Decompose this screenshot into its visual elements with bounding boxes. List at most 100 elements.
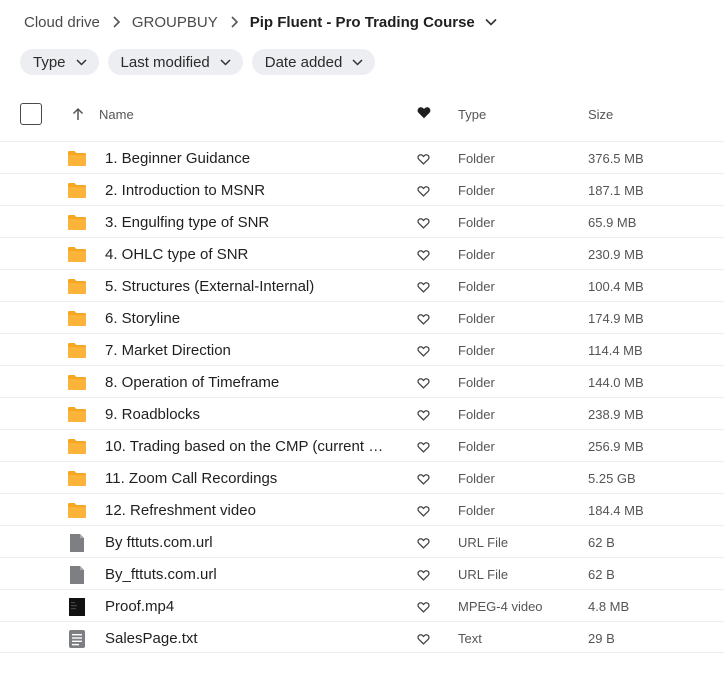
folder-icon xyxy=(67,181,87,199)
table-row[interactable]: By_fttuts.com.url URL File 62 B xyxy=(0,557,724,589)
file-name[interactable]: 12. Refreshment video xyxy=(105,502,256,519)
file-name[interactable]: 11. Zoom Call Recordings xyxy=(105,470,277,487)
filter-bar: Type Last modified Date added xyxy=(20,49,376,75)
folder-icon xyxy=(67,341,87,359)
file-size: 256.9 MB xyxy=(588,439,644,454)
breadcrumb-item-cloud-drive[interactable]: Cloud drive xyxy=(24,14,100,31)
favorite-heart-icon[interactable] xyxy=(417,408,430,426)
file-size: 376.5 MB xyxy=(588,151,644,166)
table-row[interactable]: 11. Zoom Call Recordings Folder 5.25 GB xyxy=(0,461,724,493)
table-row[interactable]: 5. Structures (External-Internal) Folder 1… xyxy=(0,269,724,301)
file-type: MPEG-4 video xyxy=(458,599,543,614)
folder-icon xyxy=(67,437,87,455)
favorite-heart-icon[interactable] xyxy=(417,472,430,490)
file-name[interactable]: 2. Introduction to MSNR xyxy=(105,182,265,199)
table-row[interactable]: 12. Refreshment video Folder 184.4 MB xyxy=(0,493,724,525)
column-header-name[interactable]: Name xyxy=(99,107,134,122)
table-row[interactable]: 2. Introduction to MSNR Folder 187.1 MB xyxy=(0,173,724,205)
file-type: URL File xyxy=(458,535,509,550)
file-size: 62 B xyxy=(588,535,615,550)
select-all-checkbox[interactable] xyxy=(20,103,42,125)
table-row[interactable]: 9. Roadblocks Folder 238.9 MB xyxy=(0,397,724,429)
file-name[interactable]: 7. Market Direction xyxy=(105,342,231,359)
video-file-icon xyxy=(67,597,87,616)
table-row[interactable]: 4. OHLC type of SNR Folder 230.9 MB xyxy=(0,237,724,269)
file-name[interactable]: Proof.mp4 xyxy=(105,598,174,615)
file-name[interactable]: By fttuts.com.url xyxy=(105,534,213,551)
table-header: Name Type Size xyxy=(0,99,724,131)
file-name[interactable]: 5. Structures (External-Internal) xyxy=(105,278,314,295)
heart-filled-icon[interactable] xyxy=(417,106,431,124)
table-row[interactable]: 8. Operation of Timeframe Folder 144.0 MB xyxy=(0,365,724,397)
favorite-heart-icon[interactable] xyxy=(417,216,430,234)
file-name[interactable]: 4. OHLC type of SNR xyxy=(105,246,248,263)
favorite-heart-icon[interactable] xyxy=(417,280,430,298)
folder-icon xyxy=(67,373,87,391)
favorite-heart-icon[interactable] xyxy=(417,248,430,266)
favorite-heart-icon[interactable] xyxy=(417,184,430,202)
favorite-heart-icon[interactable] xyxy=(417,536,430,554)
file-size: 184.4 MB xyxy=(588,503,644,518)
breadcrumb-current-folder[interactable]: Pip Fluent - Pro Trading Course xyxy=(250,14,475,31)
filter-date-added-button[interactable]: Date added xyxy=(251,49,376,75)
filter-label: Last modified xyxy=(120,53,210,71)
favorite-heart-icon[interactable] xyxy=(417,440,430,458)
file-name[interactable]: 8. Operation of Timeframe xyxy=(105,374,279,391)
table-row[interactable]: 1. Beginner Guidance Folder 376.5 MB xyxy=(0,141,724,173)
url-file-icon xyxy=(67,565,87,584)
file-type: Folder xyxy=(458,343,495,358)
chevron-right-icon xyxy=(112,16,120,28)
table-row[interactable]: 10. Trading based on the CMP (current m.… xyxy=(0,429,724,461)
favorite-heart-icon[interactable] xyxy=(417,344,430,362)
chevron-down-icon xyxy=(76,58,87,66)
table-row[interactable]: 3. Engulfing type of SNR Folder 65.9 MB xyxy=(0,205,724,237)
file-name[interactable]: 6. Storyline xyxy=(105,310,180,327)
file-name[interactable]: By_fttuts.com.url xyxy=(105,566,217,583)
favorite-heart-icon[interactable] xyxy=(417,632,430,650)
breadcrumb-item-groupbuy[interactable]: GROUPBUY xyxy=(132,14,218,31)
table-row[interactable]: Proof.mp4 MPEG-4 video 4.8 MB xyxy=(0,589,724,621)
table-row[interactable]: By fttuts.com.url URL File 62 B xyxy=(0,525,724,557)
folder-icon xyxy=(67,149,87,167)
file-name[interactable]: 1. Beginner Guidance xyxy=(105,150,250,167)
file-size: 174.9 MB xyxy=(588,311,644,326)
table-row[interactable]: 6. Storyline Folder 174.9 MB xyxy=(0,301,724,333)
favorite-heart-icon[interactable] xyxy=(417,312,430,330)
file-size: 187.1 MB xyxy=(588,183,644,198)
folder-icon xyxy=(67,501,87,519)
chevron-down-icon[interactable] xyxy=(485,18,497,26)
folder-icon xyxy=(67,277,87,295)
favorite-heart-icon[interactable] xyxy=(417,600,430,618)
filter-last-modified-button[interactable]: Last modified xyxy=(107,49,243,75)
table-row[interactable]: SalesPage.txt Text 29 B xyxy=(0,621,724,653)
text-file-icon xyxy=(67,629,87,648)
column-header-type[interactable]: Type xyxy=(458,107,486,122)
file-size: 4.8 MB xyxy=(588,599,630,614)
file-name[interactable]: SalesPage.txt xyxy=(105,630,198,647)
filter-label: Date added xyxy=(264,53,343,71)
file-size: 62 B xyxy=(588,567,615,582)
file-type: Folder xyxy=(458,279,495,294)
folder-icon xyxy=(67,469,87,487)
favorite-heart-icon[interactable] xyxy=(417,152,430,170)
file-name[interactable]: 10. Trading based on the CMP (current m.… xyxy=(105,438,393,455)
filter-label: Type xyxy=(33,53,66,71)
file-name[interactable]: 9. Roadblocks xyxy=(105,406,200,423)
table-row[interactable]: 7. Market Direction Folder 114.4 MB xyxy=(0,333,724,365)
file-name[interactable]: 3. Engulfing type of SNR xyxy=(105,214,269,231)
file-list: 1. Beginner Guidance Folder 376.5 MB 2. Int… xyxy=(0,141,724,653)
chevron-down-icon xyxy=(352,58,363,66)
file-size: 144.0 MB xyxy=(588,375,644,390)
favorite-heart-icon[interactable] xyxy=(417,504,430,522)
file-type: Folder xyxy=(458,183,495,198)
filter-type-button[interactable]: Type xyxy=(20,49,99,75)
file-type: URL File xyxy=(458,567,509,582)
folder-icon xyxy=(67,309,87,327)
favorite-heart-icon[interactable] xyxy=(417,568,430,586)
file-type: Folder xyxy=(458,503,495,518)
file-size: 100.4 MB xyxy=(588,279,644,294)
column-header-size[interactable]: Size xyxy=(588,107,613,122)
favorite-heart-icon[interactable] xyxy=(417,376,430,394)
folder-icon xyxy=(67,405,87,423)
sort-ascending-icon[interactable] xyxy=(72,107,84,126)
